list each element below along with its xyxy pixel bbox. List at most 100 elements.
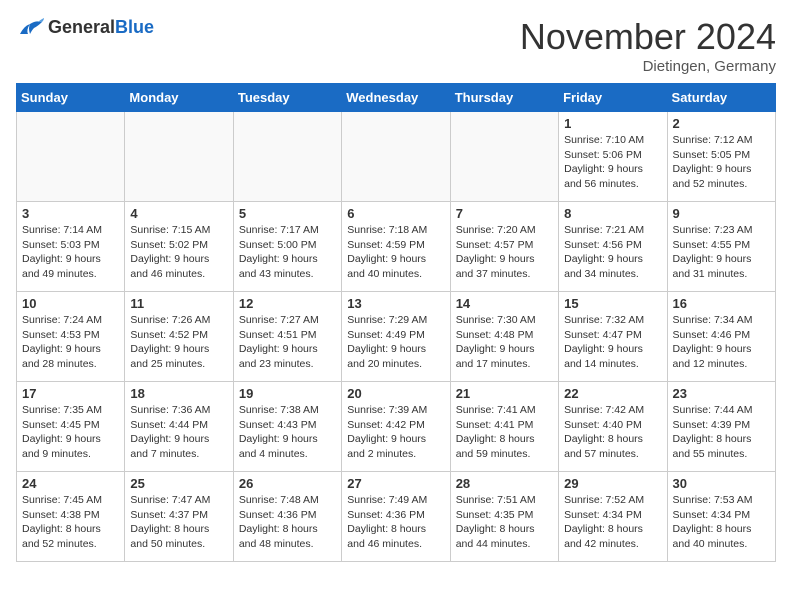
day-number: 8 bbox=[564, 206, 661, 221]
day-number: 30 bbox=[673, 476, 770, 491]
day-info: Sunrise: 7:27 AM Sunset: 4:51 PM Dayligh… bbox=[239, 313, 336, 372]
calendar-cell: 5 Sunrise: 7:17 AM Sunset: 5:00 PM Daylig… bbox=[233, 202, 341, 292]
calendar-cell: 1Sunrise: 7:10 AM Sunset: 5:06 PM Daylig… bbox=[559, 112, 667, 202]
day-number: 5 bbox=[239, 206, 336, 221]
day-number: 20 bbox=[347, 386, 444, 401]
page-header: GeneralBlue November 2024 Dietingen, Ger… bbox=[16, 16, 776, 75]
day-number: 27 bbox=[347, 476, 444, 491]
calendar-cell: 7 Sunrise: 7:20 AM Sunset: 4:57 PM Daylig… bbox=[450, 202, 558, 292]
calendar-cell: 8Sunrise: 7:21 AM Sunset: 4:56 PM Daylig… bbox=[559, 202, 667, 292]
calendar-cell: 28Sunrise: 7:51 AM Sunset: 4:35 PM Dayli… bbox=[450, 472, 558, 562]
calendar-cell: 20 Sunrise: 7:39 AM Sunset: 4:42 PM Dayli… bbox=[342, 382, 450, 472]
calendar-cell: 6 Sunrise: 7:18 AM Sunset: 4:59 PM Daylig… bbox=[342, 202, 450, 292]
day-info: Sunrise: 7:12 AM Sunset: 5:05 PM Dayligh… bbox=[673, 133, 770, 192]
calendar-cell: 16Sunrise: 7:34 AM Sunset: 4:46 PM Dayli… bbox=[667, 292, 775, 382]
day-number: 7 bbox=[456, 206, 553, 221]
week-row-2: 3Sunrise: 7:14 AM Sunset: 5:03 PM Daylig… bbox=[17, 202, 776, 292]
day-number: 12 bbox=[239, 296, 336, 311]
day-number: 26 bbox=[239, 476, 336, 491]
day-info: Sunrise: 7:44 AM Sunset: 4:39 PM Dayligh… bbox=[673, 403, 770, 462]
day-number: 4 bbox=[130, 206, 227, 221]
day-info: Sunrise: 7:42 AM Sunset: 4:40 PM Dayligh… bbox=[564, 403, 661, 462]
day-info: Sunrise: 7:39 AM Sunset: 4:42 PM Dayligh… bbox=[347, 403, 444, 462]
day-number: 24 bbox=[22, 476, 119, 491]
day-info: Sunrise: 7:36 AM Sunset: 4:44 PM Dayligh… bbox=[130, 403, 227, 462]
day-info: Sunrise: 7:49 AM Sunset: 4:36 PM Dayligh… bbox=[347, 493, 444, 552]
calendar-cell: 9 Sunrise: 7:23 AM Sunset: 4:55 PM Daylig… bbox=[667, 202, 775, 292]
day-info: Sunrise: 7:30 AM Sunset: 4:48 PM Dayligh… bbox=[456, 313, 553, 372]
day-info: Sunrise: 7:48 AM Sunset: 4:36 PM Dayligh… bbox=[239, 493, 336, 552]
day-info: Sunrise: 7:18 AM Sunset: 4:59 PM Dayligh… bbox=[347, 223, 444, 282]
weekday-header-wednesday: Wednesday bbox=[342, 84, 450, 112]
day-number: 17 bbox=[22, 386, 119, 401]
calendar-cell: 14 Sunrise: 7:30 AM Sunset: 4:48 PM Dayli… bbox=[450, 292, 558, 382]
title-area: November 2024 Dietingen, Germany bbox=[520, 16, 776, 75]
logo-bird-icon bbox=[16, 16, 44, 38]
calendar-cell bbox=[17, 112, 125, 202]
day-number: 22 bbox=[564, 386, 661, 401]
calendar-cell: 21 Sunrise: 7:41 AM Sunset: 4:41 PM Dayli… bbox=[450, 382, 558, 472]
day-number: 11 bbox=[130, 296, 227, 311]
day-info: Sunrise: 7:20 AM Sunset: 4:57 PM Dayligh… bbox=[456, 223, 553, 282]
day-info: Sunrise: 7:38 AM Sunset: 4:43 PM Dayligh… bbox=[239, 403, 336, 462]
day-number: 21 bbox=[456, 386, 553, 401]
day-number: 16 bbox=[673, 296, 770, 311]
day-number: 3 bbox=[22, 206, 119, 221]
day-number: 2 bbox=[673, 116, 770, 131]
day-info: Sunrise: 7:17 AM Sunset: 5:00 PM Dayligh… bbox=[239, 223, 336, 282]
month-title: November 2024 bbox=[520, 16, 776, 58]
weekday-header-tuesday: Tuesday bbox=[233, 84, 341, 112]
day-info: Sunrise: 7:47 AM Sunset: 4:37 PM Dayligh… bbox=[130, 493, 227, 552]
logo-blue-text: Blue bbox=[115, 17, 154, 37]
calendar-cell: 13 Sunrise: 7:29 AM Sunset: 4:49 PM Dayli… bbox=[342, 292, 450, 382]
logo-general-text: General bbox=[48, 17, 115, 37]
weekday-header-friday: Friday bbox=[559, 84, 667, 112]
day-number: 29 bbox=[564, 476, 661, 491]
calendar-cell: 3Sunrise: 7:14 AM Sunset: 5:03 PM Daylig… bbox=[17, 202, 125, 292]
calendar-cell: 30 Sunrise: 7:53 AM Sunset: 4:34 PM Dayli… bbox=[667, 472, 775, 562]
day-info: Sunrise: 7:41 AM Sunset: 4:41 PM Dayligh… bbox=[456, 403, 553, 462]
calendar-table: SundayMondayTuesdayWednesdayThursdayFrid… bbox=[16, 83, 776, 562]
day-info: Sunrise: 7:26 AM Sunset: 4:52 PM Dayligh… bbox=[130, 313, 227, 372]
day-info: Sunrise: 7:10 AM Sunset: 5:06 PM Dayligh… bbox=[564, 133, 661, 192]
calendar-cell: 18 Sunrise: 7:36 AM Sunset: 4:44 PM Dayli… bbox=[125, 382, 233, 472]
day-number: 18 bbox=[130, 386, 227, 401]
calendar-cell: 11 Sunrise: 7:26 AM Sunset: 4:52 PM Dayli… bbox=[125, 292, 233, 382]
logo: GeneralBlue bbox=[16, 16, 154, 38]
week-row-3: 10Sunrise: 7:24 AM Sunset: 4:53 PM Dayli… bbox=[17, 292, 776, 382]
day-info: Sunrise: 7:53 AM Sunset: 4:34 PM Dayligh… bbox=[673, 493, 770, 552]
calendar-cell: 12 Sunrise: 7:27 AM Sunset: 4:51 PM Dayli… bbox=[233, 292, 341, 382]
week-row-1: 1Sunrise: 7:10 AM Sunset: 5:06 PM Daylig… bbox=[17, 112, 776, 202]
calendar-cell: 10Sunrise: 7:24 AM Sunset: 4:53 PM Dayli… bbox=[17, 292, 125, 382]
day-number: 23 bbox=[673, 386, 770, 401]
calendar-cell: 17Sunrise: 7:35 AM Sunset: 4:45 PM Dayli… bbox=[17, 382, 125, 472]
weekday-header-row: SundayMondayTuesdayWednesdayThursdayFrid… bbox=[17, 84, 776, 112]
calendar-cell: 4Sunrise: 7:15 AM Sunset: 5:02 PM Daylig… bbox=[125, 202, 233, 292]
week-row-4: 17Sunrise: 7:35 AM Sunset: 4:45 PM Dayli… bbox=[17, 382, 776, 472]
day-number: 15 bbox=[564, 296, 661, 311]
day-info: Sunrise: 7:23 AM Sunset: 4:55 PM Dayligh… bbox=[673, 223, 770, 282]
weekday-header-thursday: Thursday bbox=[450, 84, 558, 112]
day-info: Sunrise: 7:52 AM Sunset: 4:34 PM Dayligh… bbox=[564, 493, 661, 552]
day-number: 14 bbox=[456, 296, 553, 311]
day-number: 25 bbox=[130, 476, 227, 491]
day-number: 6 bbox=[347, 206, 444, 221]
calendar-cell bbox=[342, 112, 450, 202]
day-number: 13 bbox=[347, 296, 444, 311]
calendar-cell: 15 Sunrise: 7:32 AM Sunset: 4:47 PM Dayli… bbox=[559, 292, 667, 382]
calendar-cell: 2 Sunrise: 7:12 AM Sunset: 5:05 PM Daylig… bbox=[667, 112, 775, 202]
day-info: Sunrise: 7:29 AM Sunset: 4:49 PM Dayligh… bbox=[347, 313, 444, 372]
calendar-cell: 27 Sunrise: 7:49 AM Sunset: 4:36 PM Dayli… bbox=[342, 472, 450, 562]
day-info: Sunrise: 7:45 AM Sunset: 4:38 PM Dayligh… bbox=[22, 493, 119, 552]
calendar-cell: 22 Sunrise: 7:42 AM Sunset: 4:40 PM Dayli… bbox=[559, 382, 667, 472]
day-number: 9 bbox=[673, 206, 770, 221]
calendar-cell: 25 Sunrise: 7:47 AM Sunset: 4:37 PM Dayli… bbox=[125, 472, 233, 562]
weekday-header-saturday: Saturday bbox=[667, 84, 775, 112]
day-info: Sunrise: 7:32 AM Sunset: 4:47 PM Dayligh… bbox=[564, 313, 661, 372]
calendar-cell: 29 Sunrise: 7:52 AM Sunset: 4:34 PM Dayli… bbox=[559, 472, 667, 562]
day-number: 28 bbox=[456, 476, 553, 491]
day-number: 19 bbox=[239, 386, 336, 401]
calendar-cell: 26 Sunrise: 7:48 AM Sunset: 4:36 PM Dayli… bbox=[233, 472, 341, 562]
day-info: Sunrise: 7:24 AM Sunset: 4:53 PM Dayligh… bbox=[22, 313, 119, 372]
week-row-5: 24 Sunrise: 7:45 AM Sunset: 4:38 PM Dayli… bbox=[17, 472, 776, 562]
